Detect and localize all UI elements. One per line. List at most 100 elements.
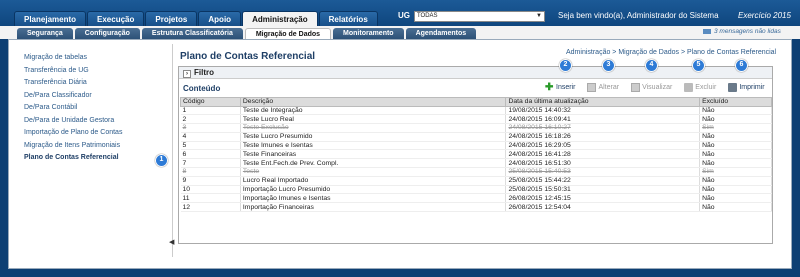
badge-1: 1 — [155, 154, 168, 167]
delete-label: Excluir — [695, 84, 717, 91]
cell-descricao: Teste Lucro Presumido — [240, 132, 507, 142]
sidebar-item-importacao-plano[interactable]: Importação de Plano de Contas — [24, 127, 122, 140]
sidebar-item-depara-contabil[interactable]: De/Para Contábil — [24, 102, 122, 115]
cell-excluido: Não — [699, 193, 772, 204]
exercise-year[interactable]: Exercício 2015 — [738, 11, 791, 20]
cell-descricao: Importação Lucro Presumido — [240, 185, 507, 195]
cell-excluido: Não — [699, 202, 772, 213]
mail-icon — [703, 28, 711, 34]
messages-text: 3 mensagens não lidas — [714, 28, 781, 35]
edit-icon — [587, 83, 597, 92]
printer-icon — [728, 83, 738, 92]
cell-excluido: Não — [699, 158, 772, 169]
cell-codigo: 10 — [180, 185, 241, 195]
breadcrumb[interactable]: Administração > Migração de Dados > Plan… — [566, 49, 776, 56]
tab-administracao[interactable]: Administração — [242, 11, 318, 27]
filter-toggle[interactable]: › Filtro — [179, 67, 772, 79]
sidebar-item-transferencia-ug[interactable]: Transferência de UG — [24, 65, 122, 78]
badge-3: 3 — [602, 59, 615, 72]
sub-nav: Segurança Configuração Estrutura Classif… — [17, 28, 478, 39]
cell-data: 24/08/2015 16:10:27 — [505, 123, 701, 133]
tab-execucao[interactable]: Execução — [87, 11, 145, 26]
header-descricao[interactable]: Descrição — [239, 97, 507, 107]
insert-button[interactable]: ✚ Inserir — [545, 82, 576, 93]
table-row[interactable]: 1 Teste de Integração 19/08/2015 14:40:32 N… — [180, 106, 772, 116]
cell-codigo: 2 — [180, 114, 241, 125]
cell-excluido: Não — [699, 106, 772, 116]
filter-label: Filtro — [194, 68, 214, 77]
cell-codigo: 7 — [180, 158, 241, 169]
tab-apoio[interactable]: Apoio — [198, 11, 242, 26]
data-table: Código Descrição Data da última atualiza… — [180, 97, 772, 213]
cell-data: 26/08/2015 12:54:04 — [505, 202, 701, 213]
messages-link[interactable]: 3 mensagens não lidas — [703, 28, 781, 35]
print-button[interactable]: Imprimir — [728, 83, 765, 92]
table-row[interactable]: 7 Teste Ent.Fech.de Prev. Compl. 24/08/201… — [180, 158, 772, 169]
trash-icon — [684, 83, 694, 92]
subtab-estrutura[interactable]: Estrutura Classificatória — [141, 28, 243, 39]
view-button[interactable]: Visualizar — [631, 83, 672, 92]
table-row[interactable]: 10 Importação Lucro Presumido 25/08/2015 1… — [180, 185, 772, 195]
subtab-monitoramento[interactable]: Monitoramento — [333, 28, 404, 39]
plus-icon: ✚ — [545, 82, 554, 93]
print-label: Imprimir — [739, 84, 765, 91]
table-row[interactable]: 6 Teste Financeiras 24/08/2015 16:41:28 Não — [180, 149, 772, 160]
sidebar: Migração de tabelas Transferência de UG … — [24, 52, 122, 165]
sidebar-item-plano-referencial[interactable]: Plano de Contas Referencial — [24, 152, 122, 165]
ug-select[interactable]: TODAS ▼ — [414, 11, 545, 22]
table-row[interactable]: 3 Teste Exclusão 24/08/2015 16:10:27 Sim — [180, 123, 772, 133]
cell-descricao: Importação Financeiras — [240, 202, 507, 213]
badge-6: 6 — [735, 59, 748, 72]
header-excluido[interactable]: Excluído — [699, 97, 772, 107]
badge-4: 4 — [645, 59, 658, 72]
table-row[interactable]: 5 Teste Imunes e Isentas 24/08/2015 16:29:… — [180, 141, 772, 151]
sidebar-item-depara-unidade[interactable]: De/Para de Unidade Gestora — [24, 115, 122, 128]
sidebar-divider — [172, 44, 173, 257]
cell-data: 24/08/2015 16:18:26 — [505, 132, 701, 142]
cell-codigo: 5 — [180, 141, 241, 151]
sidebar-item-transferencia-diaria[interactable]: Transferência Diária — [24, 77, 122, 90]
tab-projetos[interactable]: Projetos — [145, 11, 198, 26]
edit-button[interactable]: Alterar — [587, 83, 619, 92]
cell-descricao: Teste Imunes e Isentas — [240, 141, 507, 151]
tab-planejamento[interactable]: Planejamento — [14, 11, 87, 26]
cell-descricao: Lucro Real Importado — [240, 176, 507, 186]
table-row[interactable]: 8 Teste 25/08/2015 15:40:53 Sim — [180, 167, 772, 177]
view-icon — [631, 83, 641, 92]
main-nav: Planejamento Execução Projetos Apoio Adm… — [14, 11, 379, 27]
cell-descricao: Teste Exclusão — [240, 123, 507, 133]
table-row[interactable]: 9 Lucro Real Importado 25/08/2015 15:44:22… — [180, 176, 772, 186]
sidebar-item-depara-classificador[interactable]: De/Para Classificador — [24, 90, 122, 103]
table-row[interactable]: 12 Importação Financeiras 26/08/2015 12:54… — [180, 202, 772, 213]
header-codigo[interactable]: Código — [180, 97, 241, 107]
cell-codigo: 8 — [180, 167, 241, 177]
cell-data: 24/08/2015 16:41:28 — [505, 149, 701, 160]
cell-excluido: Não — [699, 114, 772, 125]
view-label: Visualizar — [642, 84, 673, 91]
table-row[interactable]: 2 Teste Lucro Real 24/08/2015 16:09:41 Não — [180, 114, 772, 125]
table-row[interactable]: 4 Teste Lucro Presumido 24/08/2015 16:18:2… — [180, 132, 772, 142]
cell-descricao: Teste de Integração — [240, 106, 507, 116]
cell-excluido: Não — [699, 141, 772, 151]
subtab-agendamentos[interactable]: Agendamentos — [405, 28, 477, 39]
collapse-sidebar-icon[interactable]: ◀ — [169, 238, 174, 248]
cell-data: 26/08/2015 12:45:15 — [505, 193, 701, 204]
table-row[interactable]: 11 Importação Imunes e Isentas 26/08/2015 … — [180, 193, 772, 204]
insert-label: Inserir — [556, 84, 576, 91]
chevron-down-icon: ▼ — [536, 13, 542, 19]
ug-label: UG — [398, 11, 410, 20]
cell-data: 24/08/2015 16:29:05 — [505, 141, 701, 151]
subtab-configuracao[interactable]: Configuração — [74, 28, 140, 39]
sidebar-item-migracao-itens[interactable]: Migração de Itens Patrimoniais — [24, 140, 122, 153]
cell-codigo: 12 — [180, 202, 241, 213]
subtab-migracao[interactable]: Migração de Dados — [244, 28, 332, 39]
table-header-row: Código Descrição Data da última atualiza… — [180, 97, 772, 107]
subtab-seguranca[interactable]: Segurança — [17, 28, 73, 39]
delete-button[interactable]: Excluir — [684, 83, 716, 92]
tab-relatorios[interactable]: Relatórios — [318, 11, 378, 26]
header-data[interactable]: Data da última atualização — [505, 97, 701, 107]
sidebar-item-migracao-tabelas[interactable]: Migração de tabelas — [24, 52, 122, 65]
cell-codigo: 4 — [180, 132, 241, 142]
cell-codigo: 3 — [180, 123, 241, 133]
cell-excluido: Sim — [699, 167, 772, 177]
